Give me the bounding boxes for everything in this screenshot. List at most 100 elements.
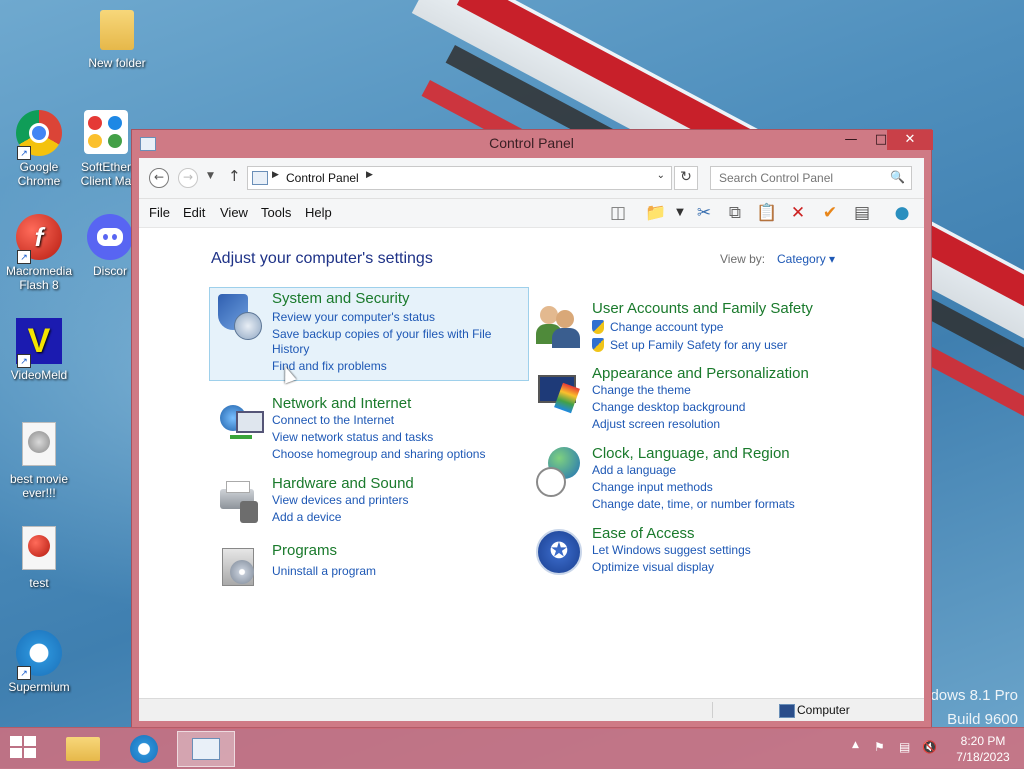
window-title: Control Panel — [489, 135, 574, 151]
properties-icon[interactable]: ▤ — [851, 202, 873, 224]
category-clock-language-region[interactable]: Clock, Language, and Region Add a langua… — [530, 443, 890, 513]
refresh-button[interactable]: ↻ — [674, 166, 698, 190]
folder-options-icon[interactable]: 📁 — [645, 202, 667, 224]
address-dropdown-icon[interactable]: ⌄ — [657, 170, 665, 181]
category-programs[interactable]: Programs Uninstall a program — [210, 540, 528, 590]
menu-file[interactable]: File — [149, 205, 170, 220]
folder-icon — [93, 6, 141, 54]
desktop-icon-softether[interactable]: SoftEther Client Ma — [76, 110, 136, 188]
link-save-backup-history[interactable]: History — [272, 342, 309, 356]
windows-watermark: ndows 8.1 Pro Build 9600 — [922, 687, 1018, 728]
link-change-account-type[interactable]: Change account type — [592, 320, 723, 334]
up-button[interactable]: ↑ — [228, 167, 241, 185]
link-add-language[interactable]: Add a language — [592, 463, 676, 477]
category-title[interactable]: Programs — [272, 542, 337, 559]
category-network-and-internet[interactable]: Network and Internet Connect to the Inte… — [210, 393, 528, 463]
link-network-status[interactable]: View network status and tasks — [272, 430, 433, 444]
menu-tools[interactable]: Tools — [261, 205, 291, 220]
menu-bar: File Edit View Tools Help ◫ 📁 ▼ ✂ ⧉ 📋 ✕ … — [139, 199, 924, 228]
network-tray-icon[interactable]: ▤ — [899, 740, 910, 754]
menu-edit[interactable]: Edit — [183, 205, 205, 220]
menu-help[interactable]: Help — [305, 205, 332, 220]
minimize-button[interactable]: — — [836, 130, 866, 150]
desktop-icon-macromedia-flash[interactable]: f ↗ Macromedia Flash 8 — [2, 214, 76, 292]
category-ease-of-access[interactable]: ✪ Ease of Access Let Windows suggest set… — [530, 523, 890, 577]
category-title[interactable]: Appearance and Personalization — [592, 365, 809, 382]
close-button[interactable]: ✕ — [887, 130, 933, 150]
users-icon — [534, 302, 582, 350]
copy-icon[interactable]: ⧉ — [724, 202, 746, 224]
link-connect-internet[interactable]: Connect to the Internet — [272, 413, 394, 427]
link-screen-resolution[interactable]: Adjust screen resolution — [592, 417, 720, 431]
desktop-icon-google-chrome[interactable]: ↗ Google Chrome — [2, 110, 76, 188]
paste-icon[interactable]: 📋 — [756, 202, 778, 224]
softether-icon — [82, 110, 130, 158]
link-uninstall-program[interactable]: Uninstall a program — [272, 564, 376, 578]
personalization-icon — [534, 367, 582, 415]
link-save-backup[interactable]: Save backup copies of your files with Fi… — [272, 327, 491, 341]
window-titlebar[interactable]: Control Panel — □ ✕ — [132, 130, 933, 158]
uac-shield-icon — [592, 320, 604, 334]
link-change-theme[interactable]: Change the theme — [592, 383, 691, 397]
category-hardware-and-sound[interactable]: Hardware and Sound View devices and prin… — [210, 473, 528, 527]
taskbar-supermium[interactable] — [116, 731, 172, 765]
category-title[interactable]: Clock, Language, and Region — [592, 445, 790, 462]
link-review-status[interactable]: Review your computer's status — [272, 310, 435, 324]
taskbar-file-explorer[interactable] — [56, 731, 112, 765]
start-button[interactable] — [10, 736, 38, 760]
category-title[interactable]: Network and Internet — [272, 395, 411, 412]
breadcrumb-control-panel[interactable]: Control Panel — [286, 171, 359, 185]
category-title[interactable]: Ease of Access — [592, 525, 695, 542]
forward-button[interactable]: → — [178, 168, 198, 188]
delete-icon[interactable]: ✕ — [787, 202, 809, 224]
taskbar-control-panel[interactable] — [177, 731, 235, 767]
control-panel-icon — [252, 171, 268, 185]
search-icon[interactable]: 🔍 — [890, 170, 905, 184]
web-icon[interactable]: ● — [891, 202, 913, 224]
volume-muted-icon[interactable]: 🔇 — [922, 740, 937, 754]
supermium-icon — [130, 735, 158, 763]
system-clock[interactable]: 8:20 PM 7/18/2023 — [948, 733, 1018, 765]
link-desktop-background[interactable]: Change desktop background — [592, 400, 745, 414]
link-family-safety[interactable]: Set up Family Safety for any user — [592, 338, 787, 352]
flash-file-icon — [15, 526, 63, 574]
link-input-methods[interactable]: Change input methods — [592, 480, 713, 494]
desktop-icon-test[interactable]: test — [2, 526, 76, 590]
desktop-icon-supermium[interactable]: ↗ Supermium — [2, 630, 76, 694]
back-button[interactable]: ← — [149, 168, 169, 188]
chrome-icon: ↗ — [15, 110, 63, 160]
view-by-label: View by: — [720, 252, 766, 266]
status-text: Computer — [797, 703, 850, 717]
category-appearance[interactable]: Appearance and Personalization Change th… — [530, 363, 890, 433]
category-title[interactable]: Hardware and Sound — [272, 475, 414, 492]
link-devices-printers[interactable]: View devices and printers — [272, 493, 409, 507]
checkmark-icon[interactable]: ✔ — [819, 202, 841, 224]
desktop-icon-new-folder[interactable]: New folder — [80, 6, 154, 70]
desktop-icon-videomeld[interactable]: V ↗ VideoMeld — [2, 318, 76, 382]
search-box[interactable]: 🔍 — [710, 166, 912, 190]
desktop-icon-best-movie[interactable]: best movie ever!!! — [2, 422, 76, 500]
link-add-device[interactable]: Add a device — [272, 510, 341, 524]
category-title[interactable]: User Accounts and Family Safety — [592, 300, 813, 317]
link-suggest-settings[interactable]: Let Windows suggest settings — [592, 543, 751, 557]
menu-view[interactable]: View — [220, 205, 248, 220]
view-by-dropdown[interactable]: Category ▾ — [777, 252, 835, 266]
category-title[interactable]: System and Security — [272, 290, 410, 307]
layout-icon[interactable]: ◫ — [607, 202, 629, 224]
breadcrumb-separator-icon[interactable]: ▶ — [366, 170, 373, 180]
link-homegroup[interactable]: Choose homegroup and sharing options — [272, 447, 485, 461]
cut-icon[interactable]: ✂ — [693, 202, 715, 224]
link-date-time-formats[interactable]: Change date, time, or number formats — [592, 497, 795, 511]
media-file-icon — [15, 422, 63, 470]
supermium-icon: ↗ — [15, 630, 63, 680]
recent-locations-dropdown[interactable]: ▼ — [207, 171, 214, 181]
action-center-flag-icon[interactable]: ⚑ — [874, 740, 885, 754]
search-input[interactable] — [717, 170, 886, 186]
category-system-and-security[interactable]: System and Security Review your computer… — [209, 287, 529, 381]
breadcrumb-separator-icon[interactable]: ▶ — [272, 170, 279, 180]
link-optimize-display[interactable]: Optimize visual display — [592, 560, 714, 574]
category-user-accounts[interactable]: User Accounts and Family Safety Change a… — [530, 298, 890, 354]
show-hidden-icons-icon[interactable]: ▲ — [852, 740, 859, 750]
address-bar[interactable]: ▶ Control Panel ▶ ⌄ — [247, 166, 672, 190]
folder-options-dropdown-icon[interactable]: ▼ — [669, 202, 691, 224]
